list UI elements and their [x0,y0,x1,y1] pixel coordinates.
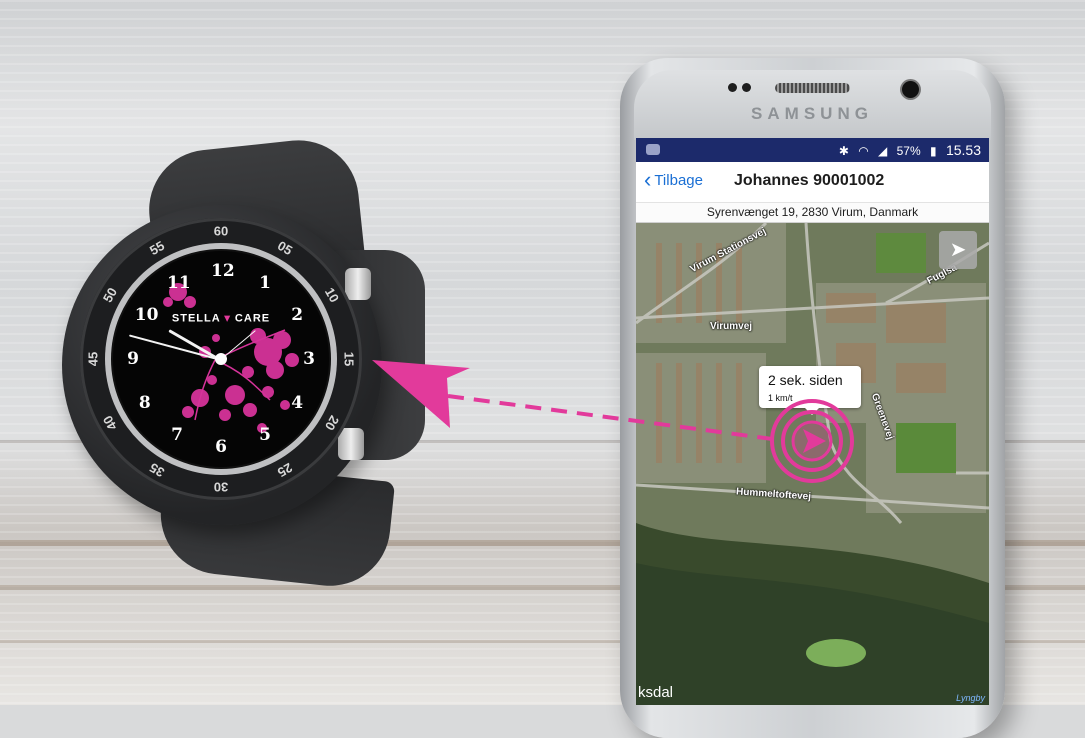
road-label-virumvej: Virumvej [710,321,753,332]
dial-number: 12 [211,261,235,281]
nav-bar: ‹ Tilbage Johannes 90001002 [636,162,989,203]
sensor-icon [728,83,737,92]
clock: 15.53 [945,142,981,158]
dial-number: 2 [291,305,304,325]
dial-number: 1 [259,272,271,293]
status-bar: ✱ ◠ ◢ 57% ▮ 15.53 [636,138,989,162]
battery-percent: 57% [896,144,921,158]
brand-right: CARE [234,312,271,325]
dial-number: 10 [134,305,159,325]
phone-screen: ✱ ◠ ◢ 57% ▮ 15.53 ‹ Tilbage Johannes 9000… [636,138,989,705]
front-camera-icon [902,81,919,98]
heart-icon: ▾ [224,312,231,325]
bezel-number: 60 [213,223,229,239]
watch-side-button[interactable] [338,428,364,460]
status-indicators: ✱ ◠ ◢ 57% ▮ 15.53 [833,142,981,158]
bezel-number: 30 [213,479,229,495]
map-attribution: ksdal [638,684,674,701]
signal-icon: ◢ [878,144,888,158]
bezel-number: 45 [85,351,101,367]
dial-number: 6 [215,437,227,457]
earpiece-speaker [775,83,850,93]
phone-brand: SAMSUNG [751,104,873,123]
battery-icon: ▮ [930,144,937,158]
brand-left: STELLA [171,312,221,325]
dial-number: 3 [303,349,315,369]
watch-brand: STELLA ▾ CARE [172,312,270,325]
bezel-number: 15 [341,351,357,367]
speed-readout: 1 km/t [768,393,793,403]
message-icon [646,144,660,155]
wifi-icon: ◠ [858,144,869,158]
dial-number: 7 [171,425,183,446]
satellite-map [636,223,989,705]
watch-crown-button[interactable] [345,268,371,300]
page-title: Johannes 90001002 [734,172,885,189]
bluetooth-icon: ✱ [838,144,849,158]
map-view[interactable]: Virum Stationsvej Virumvej Hummeltofteve… [636,223,989,705]
address-bar: Syrenvænget 19, 2830 Virum, Danmark [636,203,989,223]
back-button[interactable]: ‹ Tilbage [644,169,703,191]
back-label: Tilbage [654,172,703,189]
chevron-left-icon: ‹ [644,167,652,192]
map-place-label: Lyngby [956,693,985,703]
navigation-arrow-icon: ➤ [949,239,967,261]
dial-number: 9 [127,349,139,369]
location-info-bubble[interactable]: 2 sek. siden 1 km/t [759,366,861,415]
sensor-icon [742,83,751,92]
dial-number: 5 [259,425,271,446]
locate-me-button[interactable]: ➤ [939,231,977,269]
dial-number: 11 [167,272,191,293]
dial-number: 4 [291,393,304,413]
last-update-time: 2 sek. siden [768,372,843,388]
hands-hub [215,353,227,365]
dial-number: 8 [138,393,151,413]
